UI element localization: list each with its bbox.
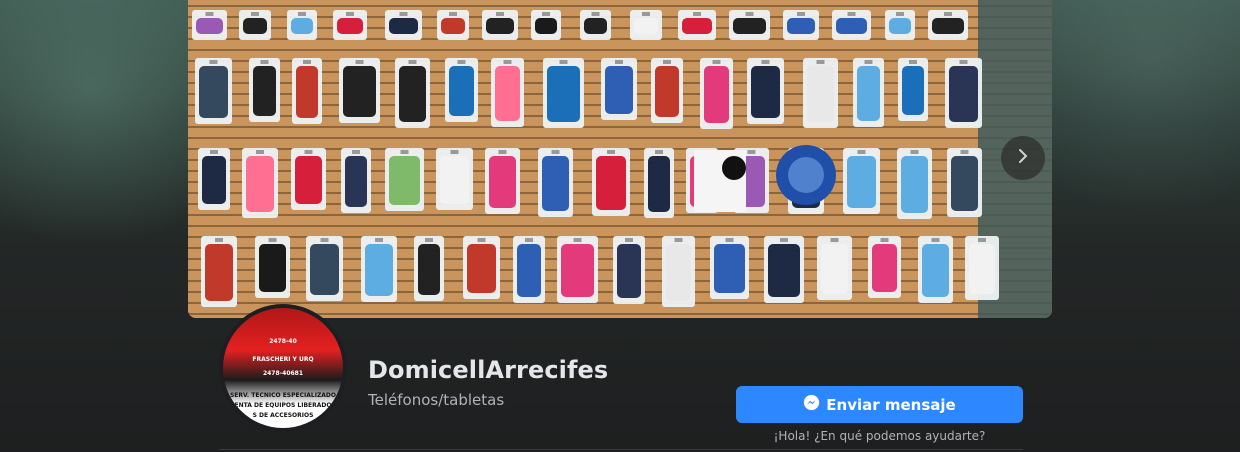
avatar-text: 2478-40681 (262, 370, 304, 377)
profile-avatar[interactable]: 2478-40 FRASCHERI Y URQ 2478-40681 SERV.… (219, 304, 347, 432)
send-message-label: Enviar mensaje (826, 395, 956, 414)
avatar-text: 2478-40 (269, 338, 297, 345)
chevron-right-icon (1016, 148, 1030, 168)
page-category[interactable]: Teléfonos/tabletas (368, 391, 504, 409)
avatar-text: FRASCHERI Y URQ (252, 356, 314, 363)
message-hint: ¡Hola! ¿En qué podemos ayudarte? (773, 429, 986, 443)
send-message-button[interactable]: Enviar mensaje (736, 386, 1023, 423)
cover-photo[interactable] (188, 0, 1052, 318)
avatar-text: ENTA DE EQUIPOS LIBERADO (234, 402, 332, 409)
header-divider (219, 449, 1023, 450)
cover-next-button[interactable] (1001, 136, 1045, 180)
page-title[interactable]: DomicellArrecifes (368, 356, 608, 384)
avatar-text: S DE ACCESORIOS (252, 412, 314, 419)
cover-photo-image (188, 0, 1052, 318)
avatar-text: SERV. TECNICO ESPECIALIZADO (229, 392, 337, 399)
messenger-icon (803, 394, 820, 415)
avatar-logo: 2478-40 FRASCHERI Y URQ 2478-40681 SERV.… (223, 308, 343, 428)
